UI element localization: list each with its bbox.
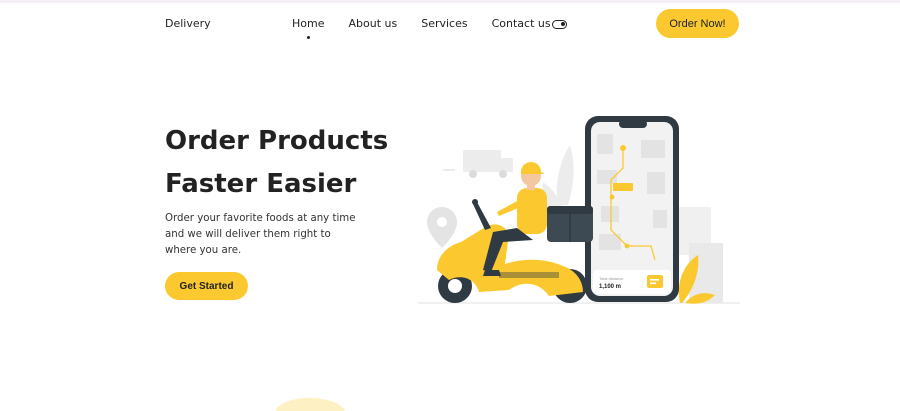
nav-contact-us[interactable]: Contact us	[492, 17, 551, 30]
nav-services[interactable]: Services	[421, 17, 467, 30]
distance-value: 1,100 m	[599, 284, 621, 290]
delivery-illustration: Total distance 1,100 m	[418, 116, 740, 304]
main-nav: Home About us Services Contact us	[292, 17, 575, 39]
header: Delivery Home About us Services Contact …	[0, 3, 900, 45]
hero-description: Order your favorite foods at any time an…	[165, 213, 356, 256]
hero-title-line-1: Order Products	[165, 126, 389, 156]
chat-icon	[647, 275, 663, 288]
order-now-button[interactable]: Order Now!	[656, 9, 739, 38]
delivery-box	[547, 206, 593, 242]
truck-icon	[463, 150, 513, 178]
hero-title: Order Products Faster Easier	[165, 120, 425, 206]
phone: Total distance 1,100 m	[585, 116, 679, 302]
rider	[483, 162, 547, 276]
bottom-decoration	[275, 398, 345, 411]
logo[interactable]: Delivery	[165, 17, 211, 30]
hero-title-line-2: Faster Easier	[165, 169, 357, 199]
get-started-button[interactable]: Get Started	[165, 272, 248, 300]
nav-about-us[interactable]: About us	[348, 17, 397, 30]
location-pin-icon	[427, 207, 457, 248]
toggle-knob	[561, 22, 565, 26]
theme-toggle-icon[interactable]	[552, 20, 567, 29]
total-distance-label: Total distance	[599, 276, 624, 281]
nav-home[interactable]: Home	[292, 17, 324, 39]
